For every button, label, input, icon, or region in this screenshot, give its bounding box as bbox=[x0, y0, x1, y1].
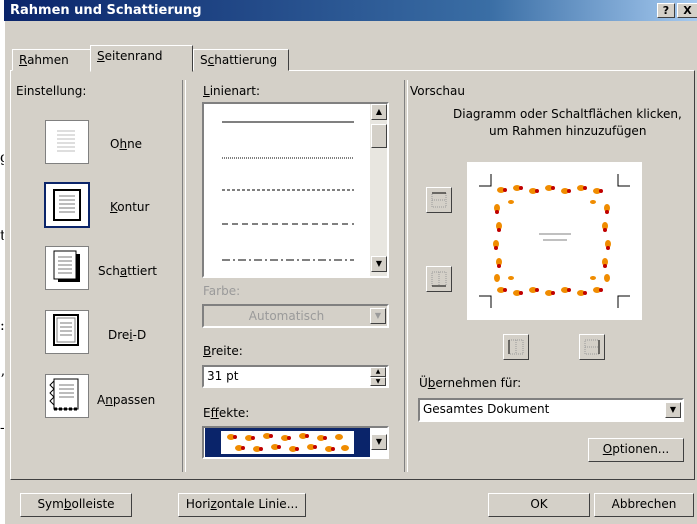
uebernehmen-value: Gesamtes Dokument bbox=[423, 402, 550, 416]
close-button[interactable]: X bbox=[677, 3, 697, 18]
setting-dreid-label[interactable]: Drei-D bbox=[108, 328, 146, 342]
page-box-icon bbox=[53, 189, 81, 221]
ok-button[interactable]: OK bbox=[488, 493, 590, 517]
help-button[interactable]: ? bbox=[657, 3, 675, 18]
farbe-dropdown-arrow-icon: ▼ bbox=[370, 308, 386, 324]
column-separator bbox=[182, 80, 186, 472]
farbe-label: Farbe: bbox=[203, 284, 241, 298]
farbe-dropdown: Automatisch ▼ bbox=[202, 304, 389, 328]
border-top-icon bbox=[431, 192, 447, 208]
scroll-thumb[interactable] bbox=[371, 124, 387, 148]
setting-schattiert-label[interactable]: Schattiert bbox=[98, 264, 157, 278]
art-border-sample bbox=[205, 428, 370, 457]
tab-schattierung[interactable]: Schattierung bbox=[193, 49, 289, 71]
page-custom-icon bbox=[49, 378, 79, 411]
breite-spinner[interactable]: ▲ ▼ bbox=[370, 367, 387, 386]
tab-seitenrand[interactable]: Seitenrand bbox=[90, 45, 193, 72]
setting-anpassen-preview[interactable] bbox=[45, 374, 89, 418]
effekte-label: Effekte: bbox=[203, 406, 250, 420]
setting-dreid-preview[interactable] bbox=[45, 310, 89, 354]
effekte-dropdown-arrow-icon[interactable]: ▼ bbox=[371, 434, 387, 450]
uebernehmen-label: Übernehmen für: bbox=[419, 376, 522, 390]
border-right-icon bbox=[584, 339, 600, 355]
preview-art-border bbox=[479, 174, 630, 308]
page-shadow-icon bbox=[53, 250, 80, 282]
breite-input[interactable]: 31 pt ▲ ▼ bbox=[202, 365, 389, 388]
spin-up-icon[interactable]: ▲ bbox=[370, 367, 386, 377]
border-bottom-icon bbox=[431, 271, 447, 287]
window-title: Rahmen und Schattierung bbox=[10, 3, 202, 18]
optionen-button[interactable]: Optionen... bbox=[588, 438, 684, 462]
setting-anpassen-label[interactable]: Anpassen bbox=[97, 393, 155, 407]
setting-schattiert-preview[interactable] bbox=[45, 246, 89, 290]
border-bottom-button[interactable] bbox=[426, 266, 452, 292]
column-separator bbox=[404, 80, 408, 472]
uebernehmen-dropdown-arrow-icon[interactable]: ▼ bbox=[665, 402, 681, 418]
einstellung-heading: Einstellung: bbox=[16, 84, 87, 98]
tab-rahmen[interactable]: Rahmen bbox=[12, 49, 93, 71]
setting-kontur-label[interactable]: Kontur bbox=[110, 200, 149, 214]
breite-label: Breite: bbox=[203, 344, 243, 358]
border-left-button[interactable] bbox=[503, 334, 529, 360]
setting-ohne-label[interactable]: Ohne bbox=[110, 137, 142, 151]
border-top-button[interactable] bbox=[426, 187, 452, 213]
farbe-value: Automatisch bbox=[248, 309, 325, 323]
scroll-down-button[interactable]: ▼ bbox=[371, 256, 387, 272]
vorschau-hint-line2: um Rahmen hinzuzufügen bbox=[489, 124, 647, 138]
line-style-list[interactable]: ▲ ▼ bbox=[202, 102, 389, 278]
border-left-icon bbox=[508, 339, 524, 355]
setting-kontur-preview[interactable] bbox=[44, 182, 90, 228]
line-style-samples bbox=[222, 121, 354, 261]
abbrechen-button[interactable]: Abbrechen bbox=[594, 493, 694, 517]
vorschau-heading: Vorschau bbox=[410, 84, 465, 98]
scroll-up-button[interactable]: ▲ bbox=[371, 104, 387, 120]
effekte-dropdown[interactable]: ▼ bbox=[202, 426, 389, 459]
preview-page[interactable] bbox=[467, 162, 642, 320]
linienart-label: Linienart: bbox=[203, 84, 260, 98]
uebernehmen-dropdown[interactable]: Gesamtes Dokument ▼ bbox=[418, 398, 684, 422]
setting-ohne-preview[interactable] bbox=[45, 120, 89, 164]
border-right-button[interactable] bbox=[579, 334, 605, 360]
page-3d-icon bbox=[53, 314, 79, 346]
breite-value: 31 pt bbox=[207, 369, 239, 383]
vorschau-hint-line1: Diagramm oder Schaltflächen klicken, bbox=[453, 107, 682, 121]
page-lines-icon bbox=[57, 130, 75, 152]
symbolleiste-button[interactable]: Symbolleiste bbox=[20, 493, 132, 517]
spin-down-icon[interactable]: ▼ bbox=[370, 377, 386, 386]
horizontale-linie-button[interactable]: Horizontale Linie... bbox=[178, 493, 306, 517]
